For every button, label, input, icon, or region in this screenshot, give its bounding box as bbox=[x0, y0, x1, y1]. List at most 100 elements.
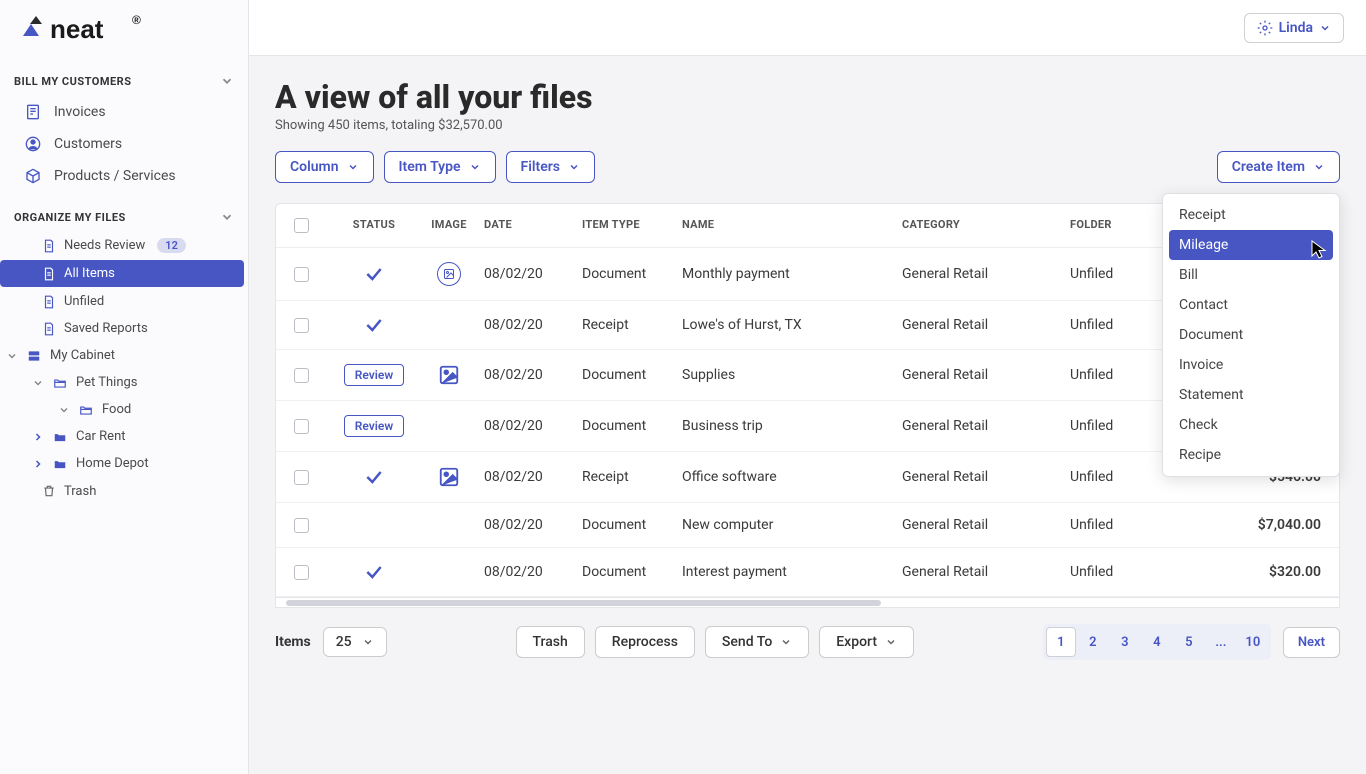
cell-date: 08/02/20 bbox=[484, 317, 582, 333]
review-button[interactable]: Review bbox=[344, 415, 404, 437]
col-image[interactable]: IMAGE bbox=[414, 218, 484, 233]
tree-home-depot[interactable]: Home Depot bbox=[0, 450, 248, 477]
needs-review-badge: 12 bbox=[157, 238, 186, 253]
tree-my-cabinet[interactable]: My Cabinet bbox=[0, 342, 248, 369]
tree-unfiled[interactable]: Unfiled bbox=[0, 288, 248, 315]
cell-date: 08/02/20 bbox=[484, 367, 582, 383]
row-checkbox[interactable] bbox=[294, 318, 309, 333]
folder-icon bbox=[52, 430, 68, 444]
user-menu-button[interactable]: Linda bbox=[1244, 13, 1344, 43]
section-label: ORGANIZE MY FILES bbox=[14, 211, 126, 224]
chevron-down-icon bbox=[32, 377, 44, 389]
page-1[interactable]: 1 bbox=[1046, 627, 1076, 657]
tree-saved-reports[interactable]: Saved Reports bbox=[0, 315, 248, 342]
horizontal-scrollbar[interactable] bbox=[275, 598, 1340, 608]
page-2[interactable]: 2 bbox=[1078, 627, 1108, 657]
export-button[interactable]: Export bbox=[819, 626, 914, 658]
cell-total: $7,040.00 bbox=[1250, 517, 1321, 533]
chevron-down-icon bbox=[6, 350, 18, 362]
user-name: Linda bbox=[1279, 20, 1313, 36]
chevron-down-icon bbox=[362, 636, 374, 648]
page-5[interactable]: 5 bbox=[1174, 627, 1204, 657]
col-status[interactable]: STATUS bbox=[334, 218, 414, 233]
logo[interactable]: neat ® bbox=[0, 0, 248, 66]
select-all-checkbox[interactable] bbox=[294, 218, 309, 233]
menu-item-recipe[interactable]: Recipe bbox=[1169, 440, 1333, 470]
nav-invoices[interactable]: Invoices bbox=[0, 96, 248, 128]
footer: Items 25 Trash Reprocess Send To Export bbox=[249, 608, 1366, 676]
button-label: Filters bbox=[521, 159, 560, 175]
send-to-button[interactable]: Send To bbox=[705, 626, 809, 658]
nav-customers[interactable]: Customers bbox=[0, 128, 248, 160]
image-thumbnail-icon[interactable] bbox=[437, 262, 461, 286]
menu-item-document[interactable]: Document bbox=[1169, 320, 1333, 350]
page-3[interactable]: 3 bbox=[1110, 627, 1140, 657]
chevron-down-icon bbox=[347, 161, 359, 173]
col-date[interactable]: DATE bbox=[484, 218, 582, 233]
col-category[interactable]: CATEGORY bbox=[902, 218, 1070, 233]
row-checkbox[interactable] bbox=[294, 419, 309, 434]
column-dropdown[interactable]: Column bbox=[275, 151, 374, 183]
tree-needs-review[interactable]: Needs Review 12 bbox=[0, 232, 248, 259]
row-checkbox[interactable] bbox=[294, 565, 309, 580]
menu-item-contact[interactable]: Contact bbox=[1169, 290, 1333, 320]
trash-icon bbox=[42, 483, 56, 499]
row-checkbox[interactable] bbox=[294, 267, 309, 282]
menu-item-bill[interactable]: Bill bbox=[1169, 260, 1333, 290]
page-size-select[interactable]: 25 bbox=[323, 627, 387, 657]
tree-trash[interactable]: Trash bbox=[0, 477, 248, 505]
tree-food[interactable]: Food bbox=[0, 396, 248, 423]
image-icon[interactable] bbox=[438, 466, 460, 488]
menu-item-statement[interactable]: Statement bbox=[1169, 380, 1333, 410]
document-icon bbox=[42, 322, 56, 336]
folder-open-icon bbox=[78, 403, 94, 417]
tree-all-items[interactable]: All Items bbox=[0, 260, 244, 287]
page-size-value: 25 bbox=[336, 634, 352, 650]
page-10[interactable]: 10 bbox=[1238, 627, 1268, 657]
cell-date: 08/02/20 bbox=[484, 469, 582, 485]
create-item-button[interactable]: Create Item bbox=[1217, 151, 1340, 183]
nav-products[interactable]: Products / Services bbox=[0, 160, 248, 192]
page-subtitle: Showing 450 items, totaling $32,570.00 bbox=[275, 118, 1340, 133]
tree-label: Car Rent bbox=[76, 429, 126, 444]
menu-item-check[interactable]: Check bbox=[1169, 410, 1333, 440]
menu-item-invoice[interactable]: Invoice bbox=[1169, 350, 1333, 380]
row-checkbox[interactable] bbox=[294, 518, 309, 533]
cell-folder: Unfiled bbox=[1070, 564, 1250, 580]
cell-item-type: Document bbox=[582, 564, 682, 580]
row-checkbox[interactable] bbox=[294, 368, 309, 383]
col-name[interactable]: NAME bbox=[682, 218, 902, 233]
chevron-down-icon bbox=[1319, 22, 1331, 34]
table-row[interactable]: 08/02/20DocumentInterest paymentGeneral … bbox=[276, 548, 1339, 597]
page-4[interactable]: 4 bbox=[1142, 627, 1172, 657]
cell-total: $320.00 bbox=[1250, 564, 1321, 580]
section-bill-customers[interactable]: BILL MY CUSTOMERS bbox=[0, 66, 248, 96]
col-item-type[interactable]: ITEM TYPE bbox=[582, 218, 682, 233]
table-row[interactable]: 08/02/20DocumentNew computerGeneral Reta… bbox=[276, 503, 1339, 548]
page-...[interactable]: ... bbox=[1206, 627, 1236, 657]
filters-dropdown[interactable]: Filters bbox=[506, 151, 595, 183]
menu-item-receipt[interactable]: Receipt bbox=[1169, 200, 1333, 230]
document-icon bbox=[42, 295, 56, 309]
tree-label: Unfiled bbox=[64, 294, 104, 309]
cell-category: General Retail bbox=[902, 517, 1070, 533]
create-item-menu: ReceiptMileageBillContactDocumentInvoice… bbox=[1162, 193, 1340, 477]
chevron-down-icon bbox=[1313, 161, 1325, 173]
image-icon[interactable] bbox=[438, 364, 460, 386]
item-type-dropdown[interactable]: Item Type bbox=[384, 151, 496, 183]
tree-label: Home Depot bbox=[76, 456, 149, 471]
tree-car-rent[interactable]: Car Rent bbox=[0, 423, 248, 450]
row-checkbox[interactable] bbox=[294, 470, 309, 485]
tree-label: All Items bbox=[64, 266, 115, 281]
review-button[interactable]: Review bbox=[344, 364, 404, 386]
button-label: Item Type bbox=[399, 159, 461, 175]
next-page-button[interactable]: Next bbox=[1283, 627, 1340, 658]
section-organize[interactable]: ORGANIZE MY FILES bbox=[0, 202, 248, 232]
tree-pet-things[interactable]: Pet Things bbox=[0, 369, 248, 396]
menu-item-mileage[interactable]: Mileage bbox=[1169, 230, 1333, 260]
svg-text:®: ® bbox=[132, 14, 141, 27]
chevron-down-icon bbox=[568, 161, 580, 173]
cell-name: New computer bbox=[682, 517, 902, 533]
trash-button[interactable]: Trash bbox=[516, 626, 585, 658]
reprocess-button[interactable]: Reprocess bbox=[595, 626, 695, 658]
